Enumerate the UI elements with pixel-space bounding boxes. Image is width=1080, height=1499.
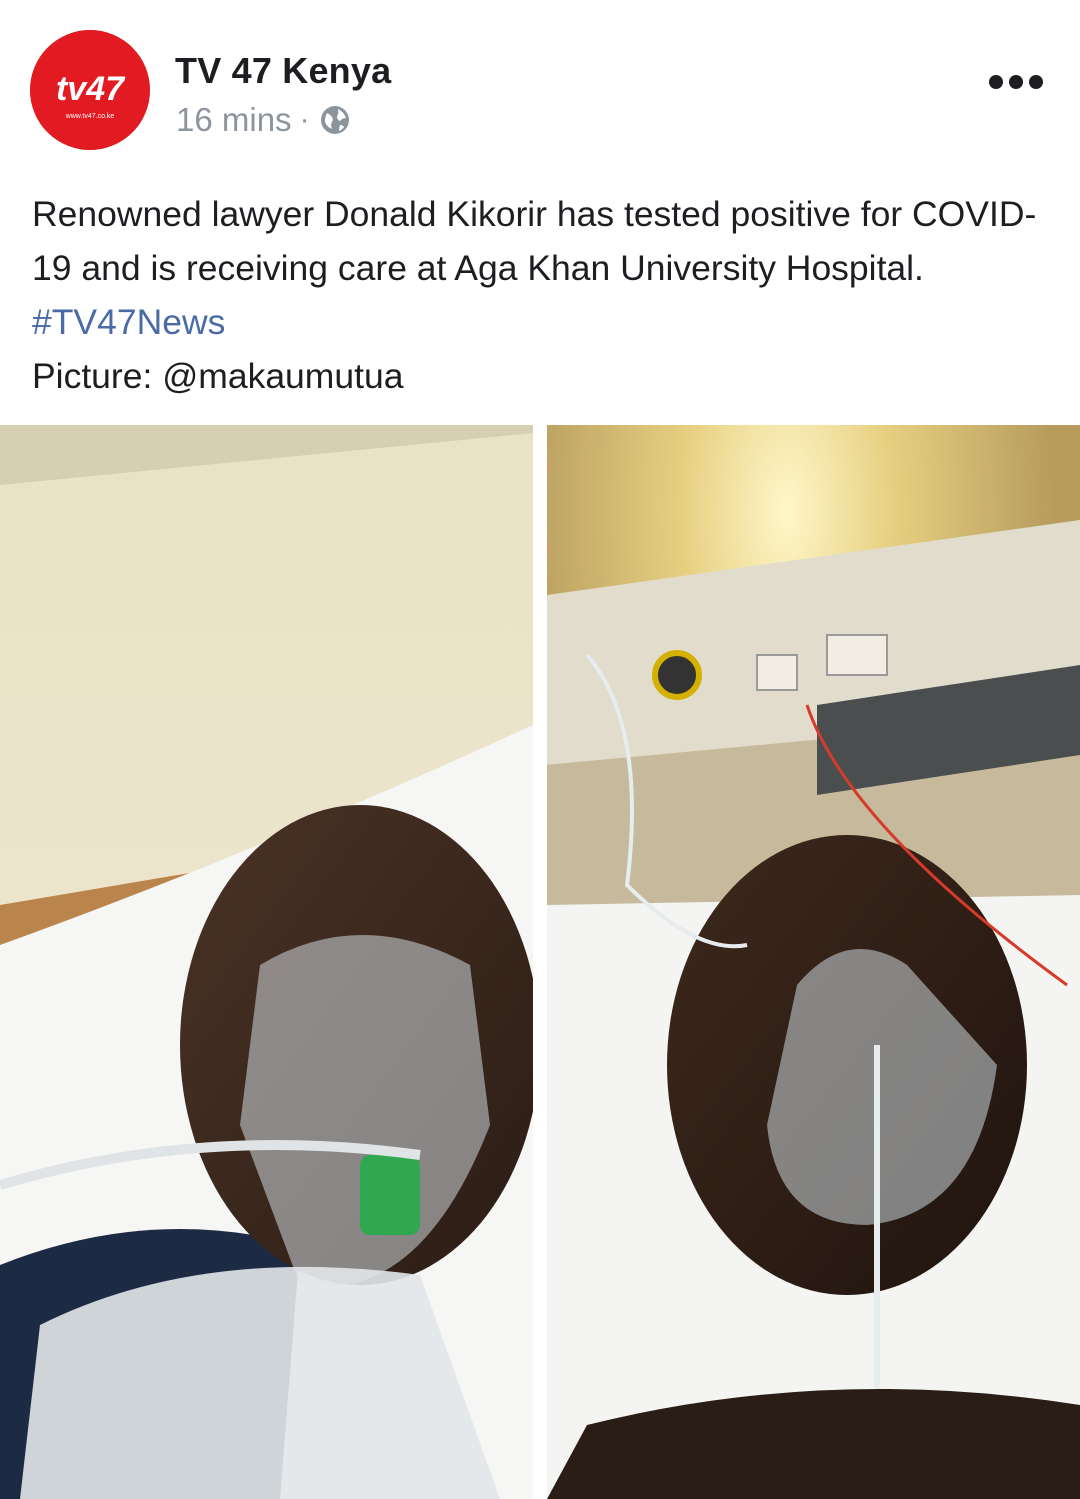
page-name[interactable]: TV 47 Kenya [175,50,391,92]
svg-text:tv47: tv47 [56,70,126,108]
hashtag-link[interactable]: #TV47News [32,302,225,342]
globe-icon[interactable] [318,103,352,137]
post-text: Renowned lawyer Donald Kikorir has teste… [32,187,1052,403]
post-meta: 16 mins · [176,101,352,139]
hospital-photo [547,425,1080,1499]
post-body-text: Renowned lawyer Donald Kikorir has teste… [32,194,1037,288]
facebook-post: tv47 www.tv47.co.ke TV 47 Kenya 16 mins … [0,0,1080,1499]
more-options-button[interactable] [984,62,1048,102]
hospital-photo [0,425,533,1499]
svg-text:www.tv47.co.ke: www.tv47.co.ke [65,113,115,120]
more-horizontal-icon [989,75,1043,89]
tv47-logo-icon: tv47 www.tv47.co.ke [30,30,150,150]
meta-separator: · [299,103,310,136]
photo-right[interactable] [547,425,1080,1499]
post-timestamp[interactable]: 16 mins [176,101,292,139]
photo-credit: Picture: @makaumutua [32,356,404,396]
photo-left[interactable] [0,425,533,1499]
page-avatar[interactable]: tv47 www.tv47.co.ke [30,30,150,150]
